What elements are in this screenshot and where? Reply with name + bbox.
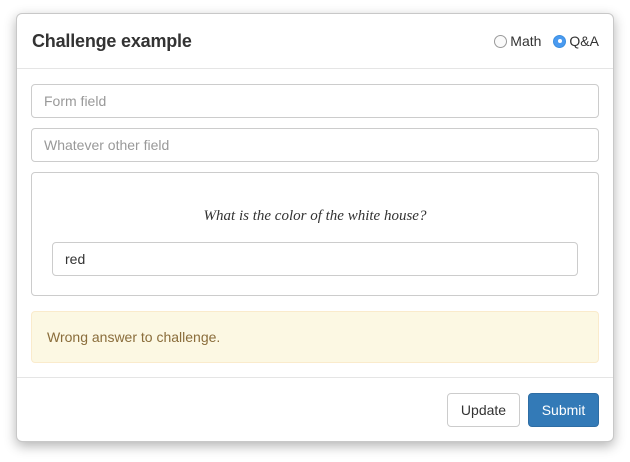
alert-text: Wrong answer to challenge. bbox=[47, 329, 221, 345]
radio-qa-label[interactable]: Q&A bbox=[569, 33, 599, 49]
wrong-answer-alert: Wrong answer to challenge. bbox=[31, 311, 599, 363]
radio-math-label[interactable]: Math bbox=[510, 33, 541, 49]
other-field-input[interactable] bbox=[31, 128, 599, 162]
radio-qa[interactable]: Q&A bbox=[553, 33, 599, 49]
update-button[interactable]: Update bbox=[447, 392, 520, 427]
modal-footer: Update Submit bbox=[17, 377, 613, 441]
challenge-type-radio-group: Math Q&A bbox=[482, 33, 599, 49]
modal-title: Challenge example bbox=[32, 30, 192, 51]
radio-math-circle[interactable] bbox=[494, 34, 508, 48]
challenge-question: What is the color of the white house? bbox=[203, 208, 427, 224]
modal-body: What is the color of the white house? Wr… bbox=[17, 69, 613, 363]
radio-qa-circle[interactable] bbox=[553, 34, 567, 48]
submit-button[interactable]: Submit bbox=[528, 392, 599, 427]
radio-math[interactable]: Math bbox=[494, 33, 541, 49]
form-field-input[interactable] bbox=[31, 84, 599, 118]
challenge-box: What is the color of the white house? bbox=[31, 172, 599, 296]
challenge-answer-input[interactable] bbox=[52, 242, 578, 276]
challenge-modal: Challenge example Math Q&A What is the c… bbox=[16, 13, 614, 442]
modal-header: Challenge example Math Q&A bbox=[17, 14, 613, 69]
